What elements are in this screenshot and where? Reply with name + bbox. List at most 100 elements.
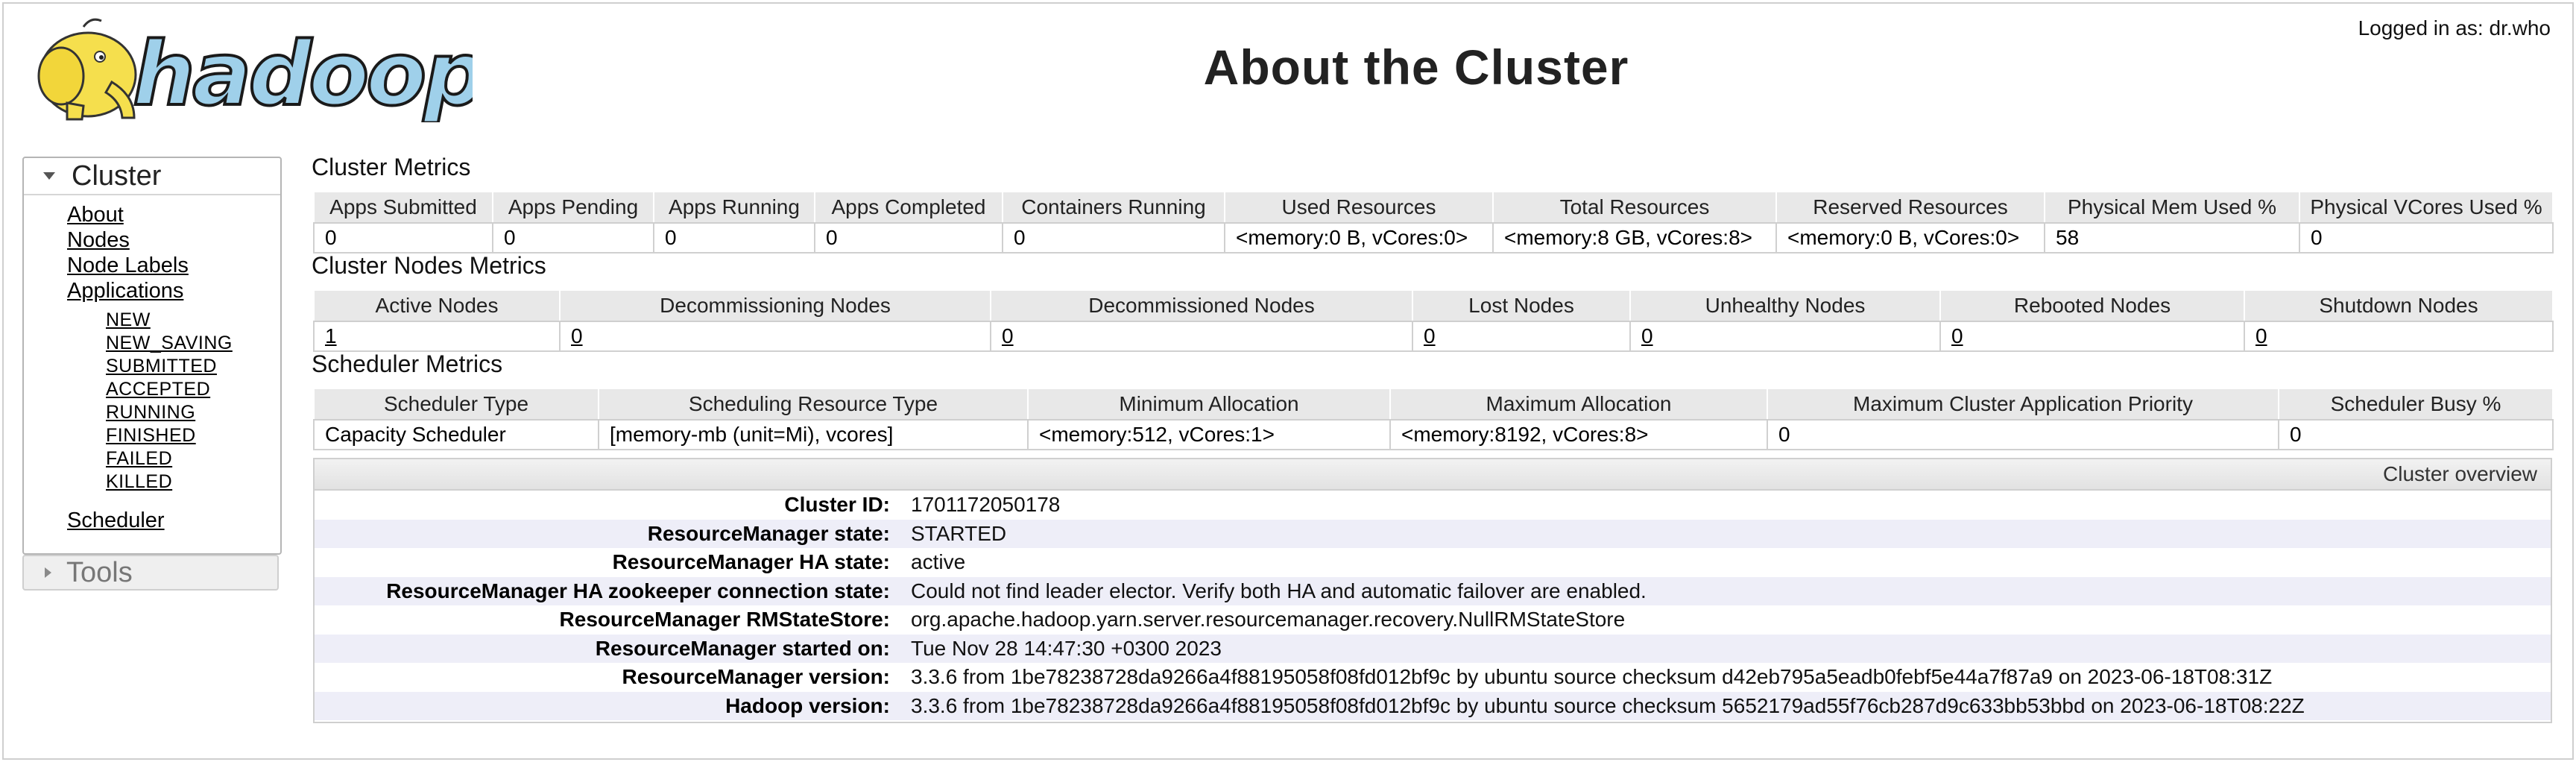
table-cell: <memory:0 B, vCores:0> [1224,223,1493,254]
overview-value: 1701172050178 [911,493,1061,517]
column-header[interactable]: Apps Pending [492,191,654,224]
overview-key: Cluster ID: [784,493,890,517]
table-row: 1 0 0 0 0 0 0 [313,321,2554,352]
sidebar-app-killed[interactable]: KILLED [106,471,172,493]
overview-row: ResourceManager HA zookeeper connection … [315,576,2551,605]
expand-triangle-icon [45,567,51,578]
page-title: About the Cluster [1203,40,1629,95]
column-header[interactable]: Rebooted Nodes [1939,289,2245,322]
column-header[interactable]: Unhealthy Nodes [1629,289,1941,322]
elephant-icon [37,18,137,121]
table-row: 0 0 0 0 0 <memory:0 B, vCores:0> <memory… [313,223,2554,254]
sidebar-item-about[interactable]: About [67,203,124,227]
overview-value: 3.3.6 from 1be78238728da9266a4f88195058f… [911,665,2273,689]
table-cell: <memory:8192, vCores:8> [1389,420,1767,450]
overview-key: ResourceManager HA state: [612,550,890,574]
cluster-overview-header: Cluster overview [315,459,2551,491]
table-cell: Capacity Scheduler [313,420,599,450]
column-header[interactable]: Shutdown Nodes [2244,289,2554,322]
overview-row: Cluster ID: 1701172050178 [315,491,2551,520]
overview-key: ResourceManager RMStateStore: [559,608,890,632]
sidebar-cluster-header[interactable]: Cluster [24,158,280,195]
overview-key: Hadoop version: [725,693,890,717]
sidebar-item-applications[interactable]: Applications [67,279,183,303]
nodes-metrics-table: Active Nodes Decommissioning Nodes Decom… [313,289,2554,352]
sidebar-app-new[interactable]: NEW [106,309,151,331]
unhealthy-nodes-link[interactable]: 0 [1629,321,1940,352]
logo-text: hadoop [133,22,473,122]
sidebar-app-submitted[interactable]: SUBMITTED [106,356,217,377]
column-header[interactable]: Physical Mem Used % [2044,191,2300,224]
sidebar-tools-label: Tools [66,556,133,588]
sidebar-cluster-panel: Cluster About Nodes Node Labels Applicat… [22,157,282,555]
column-header[interactable]: Scheduling Resource Type [598,388,1029,421]
table-cell: 0 [653,223,815,254]
nodes-metrics-title: Cluster Nodes Metrics [312,252,546,279]
column-header[interactable]: Total Resources [1492,191,1777,224]
overview-key: ResourceManager started on: [595,636,890,660]
table-cell: 0 [492,223,654,254]
sidebar-app-accepted[interactable]: ACCEPTED [106,379,210,400]
column-header[interactable]: Reserved Resources [1775,191,2045,224]
column-header[interactable]: Apps Completed [814,191,1003,224]
overview-row: ResourceManager HA state: active [315,548,2551,577]
overview-value: STARTED [911,521,1007,545]
shutdown-nodes-link[interactable]: 0 [2244,321,2554,352]
table-cell: <memory:8 GB, vCores:8> [1492,223,1776,254]
overview-key: ResourceManager HA zookeeper connection … [386,579,890,602]
sidebar-app-new-saving[interactable]: NEW_SAVING [106,333,233,354]
column-header[interactable]: Physical VCores Used % [2299,191,2554,224]
login-status: Logged in as: dr.who [2358,16,2551,40]
column-header[interactable]: Minimum Allocation [1027,388,1391,421]
column-header[interactable]: Scheduler Busy % [2278,388,2554,421]
column-header[interactable]: Used Resources [1224,191,1494,224]
sidebar-cluster-label: Cluster [72,160,162,192]
table-row: Capacity Scheduler [memory-mb (unit=Mi),… [313,420,2554,450]
column-header[interactable]: Apps Running [653,191,815,224]
sidebar-item-node-labels[interactable]: Node Labels [67,254,189,278]
overview-value: active [911,550,966,574]
overview-row: ResourceManager started on: Tue Nov 28 1… [315,634,2551,663]
table-cell: <memory:0 B, vCores:0> [1775,223,2045,254]
table-cell: 0 [2299,223,2554,254]
overview-row: ResourceManager RMStateStore: org.apache… [315,605,2551,635]
collapse-triangle-icon [43,172,55,180]
sidebar-app-running[interactable]: RUNNING [106,402,195,423]
table-cell: 0 [1002,223,1225,254]
hadoop-logo[interactable]: hadoop [22,13,473,122]
column-header[interactable]: Decommissioned Nodes [990,289,1413,322]
table-cell: <memory:512, vCores:1> [1027,420,1390,450]
sidebar-app-finished[interactable]: FINISHED [106,425,196,447]
decommissioned-nodes-link[interactable]: 0 [990,321,1412,352]
table-cell: 0 [313,223,493,254]
overview-key: ResourceManager state: [647,521,890,545]
overview-value: org.apache.hadoop.yarn.server.resourcema… [911,608,1626,632]
column-header[interactable]: Maximum Allocation [1389,388,1768,421]
overview-row: ResourceManager version: 3.3.6 from 1be7… [315,663,2551,692]
table-cell: 0 [2278,420,2554,450]
column-header[interactable]: Lost Nodes [1412,289,1631,322]
table-cell: [memory-mb (unit=Mi), vcores] [598,420,1028,450]
overview-row: Hadoop version: 3.3.6 from 1be78238728da… [315,691,2551,720]
table-cell: 58 [2044,223,2299,254]
table-cell: 0 [1767,420,2279,450]
lost-nodes-link[interactable]: 0 [1412,321,1630,352]
table-cell: 0 [814,223,1003,254]
sidebar-app-failed[interactable]: FAILED [106,448,172,470]
column-header[interactable]: Apps Submitted [313,191,493,224]
column-header[interactable]: Maximum Cluster Application Priority [1767,388,2279,421]
overview-value: Could not find leader elector. Verify bo… [911,579,1647,602]
sidebar-tools-header[interactable]: Tools [22,555,279,591]
sidebar-item-scheduler[interactable]: Scheduler [67,508,165,533]
decommissioning-nodes-link[interactable]: 0 [559,321,991,352]
column-header[interactable]: Decommissioning Nodes [559,289,991,322]
column-header[interactable]: Containers Running [1002,191,1225,224]
column-header[interactable]: Scheduler Type [313,388,599,421]
column-header[interactable]: Active Nodes [313,289,561,322]
sidebar-item-nodes[interactable]: Nodes [67,228,130,253]
cluster-metrics-title: Cluster Metrics [312,154,471,180]
cluster-metrics-table: Apps Submitted Apps Pending Apps Running… [313,191,2554,254]
active-nodes-link[interactable]: 1 [313,321,560,352]
scheduler-metrics-title: Scheduler Metrics [312,350,503,377]
rebooted-nodes-link[interactable]: 0 [1939,321,2244,352]
